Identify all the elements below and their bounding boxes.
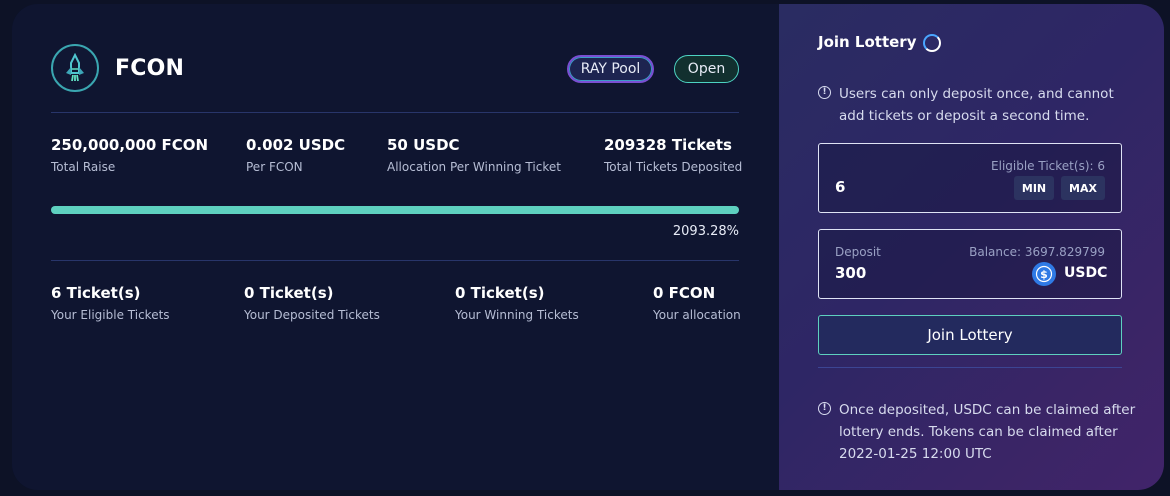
- allocation-amount-value: 0 FCON: [653, 284, 716, 302]
- max-button[interactable]: MAX: [1061, 176, 1105, 200]
- join-lottery-button[interactable]: Join Lottery: [818, 315, 1122, 355]
- total-raise-value: 250,000,000 FCON: [51, 136, 209, 154]
- lottery-card: FCON RAY Pool Open 250,000,000 FCON Tota…: [12, 4, 1164, 490]
- total-raise-label: Total Raise: [51, 160, 116, 174]
- deposited-tickets-value: 0 Ticket(s): [244, 284, 334, 302]
- deposited-tickets-label: Your Deposited Tickets: [244, 308, 380, 322]
- pool-badge: RAY Pool: [567, 55, 654, 83]
- claim-notice: ! Once deposited, USDC can be claimed af…: [818, 399, 1139, 465]
- allocation-value: 50 USDC: [387, 136, 460, 154]
- eligible-tickets-hint: Eligible Ticket(s): 6: [991, 159, 1105, 173]
- ticket-quantity-input[interactable]: 6: [835, 178, 845, 196]
- divider: [51, 260, 739, 261]
- usdc-icon: $: [1032, 262, 1056, 286]
- balance-label: Balance: 3697.829799: [969, 245, 1105, 259]
- rocket-logo-icon: [51, 44, 99, 92]
- progress-bar: [51, 206, 739, 214]
- tickets-deposited-label: Total Tickets Deposited: [604, 160, 743, 174]
- info-icon: !: [818, 86, 831, 99]
- deposit-amount-input[interactable]: 300: [835, 264, 866, 282]
- join-lottery-title: Join Lottery: [818, 33, 917, 51]
- progress-fill: [51, 206, 739, 214]
- winning-tickets-value: 0 Ticket(s): [455, 284, 545, 302]
- spinner-icon: [923, 34, 941, 52]
- token-name: FCON: [115, 56, 185, 81]
- tickets-deposited-value: 209328 Tickets: [604, 136, 732, 154]
- deposit-label: Deposit: [835, 245, 881, 259]
- claim-notice-text: Once deposited, USDC can be claimed afte…: [839, 402, 1136, 462]
- notice-text: Users can only deposit once, and cannot …: [839, 86, 1114, 124]
- eligible-tickets-label: Your Eligible Tickets: [51, 308, 170, 322]
- price-label: Per FCON: [246, 160, 303, 174]
- min-button[interactable]: MIN: [1014, 176, 1054, 200]
- eligible-tickets-value: 6 Ticket(s): [51, 284, 141, 302]
- pool-info-panel: FCON RAY Pool Open 250,000,000 FCON Tota…: [12, 4, 779, 490]
- progress-percent: 2093.28%: [672, 224, 739, 239]
- divider: [51, 112, 739, 113]
- allocation-amount-label: Your allocation: [653, 308, 741, 322]
- divider: [818, 367, 1122, 368]
- info-icon: !: [818, 402, 831, 415]
- price-value: 0.002 USDC: [246, 136, 346, 154]
- deposit-field[interactable]: Deposit Balance: 3697.829799 300: [818, 229, 1122, 299]
- status-badge: Open: [674, 55, 739, 83]
- svg-text:$: $: [1040, 268, 1048, 281]
- allocation-label: Allocation Per Winning Ticket: [387, 160, 561, 174]
- deposit-currency: USDC: [1064, 265, 1108, 281]
- join-lottery-panel: Join Lottery ! Users can only deposit on…: [779, 4, 1164, 490]
- deposit-once-notice: ! Users can only deposit once, and canno…: [818, 83, 1139, 127]
- winning-tickets-label: Your Winning Tickets: [455, 308, 579, 322]
